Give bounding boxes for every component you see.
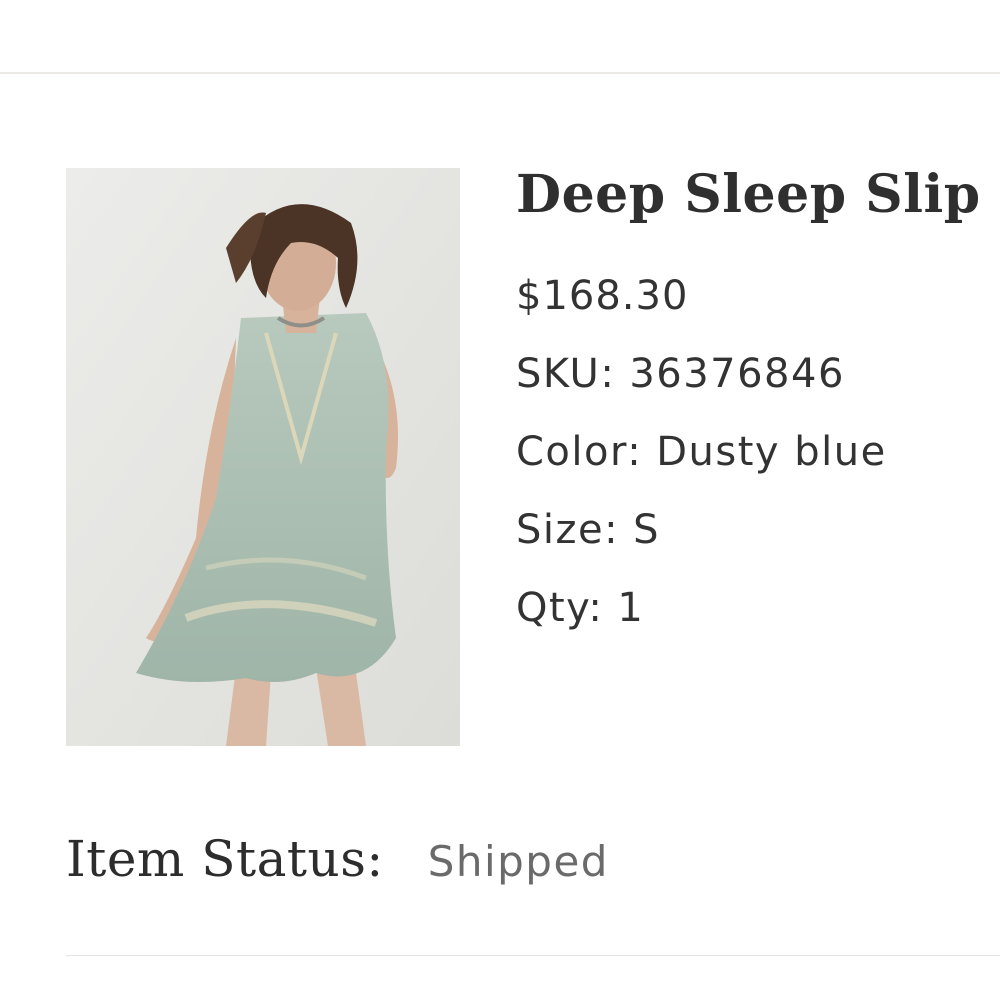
sku-label: SKU: <box>516 351 616 397</box>
item-status-label: Item Status: <box>66 830 384 888</box>
color-row: Color: Dusty blue <box>516 428 1000 476</box>
size-row: Size: S <box>516 506 1000 554</box>
top-divider <box>0 72 1000 74</box>
color-label: Color: <box>516 429 643 475</box>
qty-label: Qty: <box>516 585 604 631</box>
item-status-value: Shipped <box>427 837 609 886</box>
sku-row: SKU: 36376846 <box>516 350 1000 398</box>
product-photo-icon <box>66 168 460 746</box>
product-price: $168.30 <box>516 273 689 319</box>
order-item-page: Deep Sleep Slip $168.30 SKU: 36376846 Col… <box>0 0 1000 1000</box>
size-label: Size: <box>516 507 620 553</box>
product-image[interactable] <box>66 168 460 746</box>
qty-row: Qty: 1 <box>516 584 1000 632</box>
product-details: Deep Sleep Slip $168.30 SKU: 36376846 Col… <box>516 160 1000 632</box>
bottom-divider <box>66 955 1000 956</box>
size-value: S <box>633 507 660 553</box>
sku-value: 36376846 <box>629 351 845 397</box>
product-title[interactable]: Deep Sleep Slip <box>516 160 1000 230</box>
color-value: Dusty blue <box>656 429 887 475</box>
qty-value: 1 <box>617 585 645 631</box>
item-status: Item Status: Shipped <box>66 830 609 888</box>
